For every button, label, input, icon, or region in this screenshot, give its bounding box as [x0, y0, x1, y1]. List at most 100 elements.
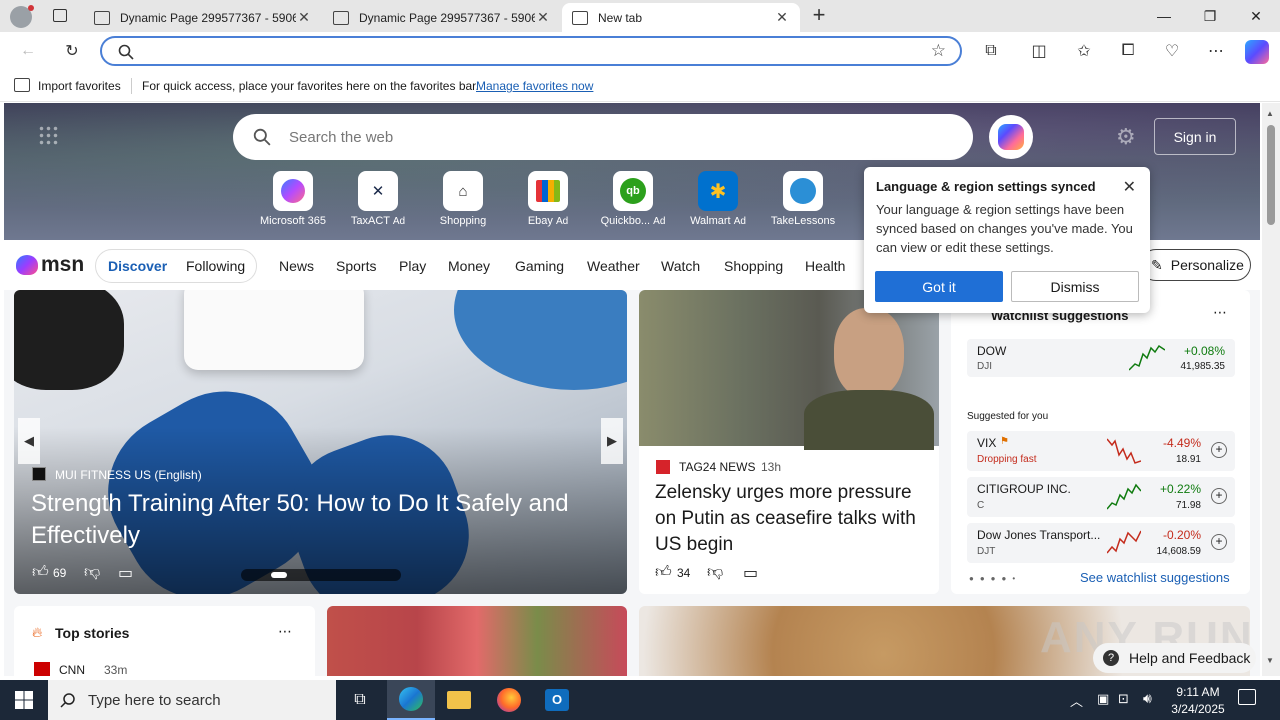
file-explorer-icon[interactable] — [435, 680, 483, 720]
like-icon[interactable]: 👍︎ — [32, 563, 49, 582]
close-window-button[interactable]: ✕ — [1233, 0, 1279, 32]
comment-icon[interactable]: ▭ — [743, 563, 758, 583]
volume-icon[interactable]: 🔊︎ — [1143, 690, 1152, 707]
stock-row-dow-transport[interactable]: Dow Jones Transport... DJT -0.20% 14,608… — [967, 523, 1235, 563]
dislike-icon[interactable]: 👎︎ — [707, 563, 723, 582]
news-headline[interactable]: Zelensky urges more pressure on Putin as… — [655, 480, 927, 558]
clock-date[interactable]: 3/24/2025 — [1166, 702, 1230, 716]
got-it-button[interactable]: Got it — [875, 271, 1003, 302]
ethernet-icon[interactable]: ⊡ — [1118, 691, 1129, 707]
like-count: 69 — [53, 566, 67, 580]
task-view-icon[interactable]: ⧉ — [336, 680, 384, 720]
add-to-watchlist-button[interactable]: + — [1211, 442, 1227, 458]
like-icon[interactable]: 👍︎ — [655, 563, 672, 582]
tab-1[interactable]: Dynamic Page 299577367 - 5906... ✕ — [84, 3, 322, 32]
quicklink-taxact[interactable]: ✕ TaxACT Ad — [343, 171, 413, 227]
see-watchlist-link[interactable]: See watchlist suggestions — [1080, 570, 1230, 585]
scroll-up-icon[interactable]: ▲ — [1266, 109, 1274, 118]
carousel-next-button[interactable]: ▶ — [601, 418, 623, 464]
news-card[interactable]: TAG24 NEWS 13h Zelensky urges more press… — [639, 290, 939, 594]
pager-dots[interactable]: ●●●●• — [969, 574, 1021, 583]
quicklink-microsoft-365[interactable]: Microsoft 365 — [258, 171, 328, 227]
network-icon[interactable]: ▣ — [1097, 691, 1109, 707]
scrollbar-thumb[interactable] — [1267, 125, 1275, 225]
comment-icon[interactable]: ▭ — [118, 563, 133, 583]
nav-play[interactable]: Play — [399, 258, 426, 274]
minimize-button[interactable]: ― — [1141, 0, 1187, 32]
discover-tab[interactable]: Discover — [108, 258, 167, 274]
sign-in-button[interactable]: Sign in — [1154, 118, 1236, 155]
stock-row-vix[interactable]: VIX ⚑ Dropping fast -4.49% 18.91 + — [967, 431, 1235, 471]
close-tab-icon[interactable]: ✕ — [296, 9, 312, 26]
more-options-icon[interactable]: ⋯ — [278, 623, 292, 640]
split-screen-icon[interactable]: ◫ — [1025, 38, 1053, 64]
close-icon[interactable]: ✕ — [1123, 177, 1136, 197]
nav-watch[interactable]: Watch — [661, 258, 700, 274]
address-bar[interactable]: ☆ — [100, 36, 962, 66]
stock-row-citigroup[interactable]: CITIGROUP INC. C +0.22% 71.98 + — [967, 477, 1235, 517]
nav-shopping[interactable]: Shopping — [724, 258, 783, 274]
extensions-icon[interactable]: ⧉ — [977, 38, 1005, 64]
firefox-icon[interactable] — [485, 680, 533, 720]
tab-actions-icon[interactable] — [53, 9, 67, 22]
web-search-input[interactable]: Search the web — [289, 129, 393, 146]
favorite-star-icon[interactable]: ☆ — [931, 41, 946, 61]
nav-weather[interactable]: Weather — [587, 258, 640, 274]
outlook-icon[interactable]: O — [533, 680, 581, 720]
manage-favorites-link[interactable]: Manage favorites now — [476, 79, 593, 93]
article-headline[interactable]: Strength Training After 50: How to Do It… — [31, 488, 611, 552]
help-feedback-button[interactable]: ? Help and Feedback — [1093, 643, 1256, 673]
add-to-watchlist-button[interactable]: + — [1211, 488, 1227, 504]
msn-logo[interactable]: msn — [16, 253, 84, 277]
quicklink-takelessons[interactable]: TakeLessons — [768, 171, 838, 227]
following-tab[interactable]: Following — [186, 258, 245, 274]
start-button[interactable] — [0, 680, 48, 720]
quicklink-walmart[interactable]: ✱ Walmart Ad — [683, 171, 753, 227]
stock-row-dow[interactable]: DOW DJI +0.08% 41,985.35 — [967, 339, 1235, 377]
quicklink-quickbooks[interactable]: qb Quickbo... Ad — [598, 171, 668, 227]
nav-sports[interactable]: Sports — [336, 258, 376, 274]
more-options-icon[interactable]: ⋯ — [1213, 304, 1227, 321]
close-tab-icon[interactable]: ✕ — [535, 9, 551, 26]
dismiss-button[interactable]: Dismiss — [1011, 271, 1139, 302]
collections-icon[interactable]: ⧠ — [1114, 38, 1142, 64]
nav-gaming[interactable]: Gaming — [515, 258, 564, 274]
feature-carousel-card[interactable]: ◀ ▶ MUI FITNESS US (English) Strength Tr… — [14, 290, 627, 594]
new-tab-button[interactable]: + — [808, 4, 830, 28]
stock-price: 41,985.35 — [1180, 361, 1226, 372]
quickbooks-icon: qb — [613, 171, 653, 211]
edge-taskbar-icon[interactable] — [387, 680, 435, 720]
tab-2[interactable]: Dynamic Page 299577367 - 5906... ✕ — [323, 3, 561, 32]
performance-icon[interactable]: ♡ — [1158, 38, 1186, 64]
carousel-prev-button[interactable]: ◀ — [18, 418, 40, 464]
quicklink-shopping[interactable]: ⌂ Shopping — [428, 171, 498, 227]
nav-news[interactable]: News — [279, 258, 314, 274]
import-favorites-button[interactable]: Import favorites — [38, 79, 121, 93]
close-tab-icon[interactable]: ✕ — [774, 9, 790, 26]
dislike-icon[interactable]: 👎︎ — [84, 563, 100, 582]
quicklink-label: TaxACT — [350, 215, 390, 227]
scroll-down-icon[interactable]: ▼ — [1266, 656, 1274, 665]
clock-time[interactable]: 9:11 AM — [1170, 685, 1226, 699]
restore-button[interactable]: ❐ — [1187, 0, 1233, 32]
notifications-icon[interactable] — [1238, 689, 1256, 705]
nav-money[interactable]: Money — [448, 258, 490, 274]
tab-3-active[interactable]: New tab ✕ — [562, 3, 800, 32]
web-search-box[interactable]: Search the web — [233, 114, 973, 160]
nav-health[interactable]: Health — [805, 258, 845, 274]
page-scrollbar[interactable]: ▲ ▼ — [1262, 103, 1280, 676]
add-to-watchlist-button[interactable]: + — [1211, 534, 1227, 550]
personalize-button[interactable]: ✎ Personalize — [1140, 249, 1251, 281]
quicklink-ebay[interactable]: Ebay Ad — [513, 171, 583, 227]
taskbar-search-box[interactable]: Type here to search — [48, 680, 336, 720]
copilot-button[interactable] — [989, 115, 1033, 159]
settings-gear-icon[interactable]: ⚙ — [1116, 124, 1136, 150]
show-hidden-icons[interactable]: ︿ — [1070, 691, 1083, 710]
apps-launcher-icon[interactable] — [38, 125, 58, 145]
back-button[interactable]: ← — [14, 38, 42, 64]
copilot-icon[interactable] — [1245, 40, 1269, 64]
favorites-icon[interactable]: ✩ — [1070, 38, 1098, 64]
flowers-card[interactable] — [327, 606, 627, 676]
refresh-button[interactable]: ↻ — [58, 38, 86, 64]
more-menu-icon[interactable]: ⋯ — [1202, 38, 1230, 64]
